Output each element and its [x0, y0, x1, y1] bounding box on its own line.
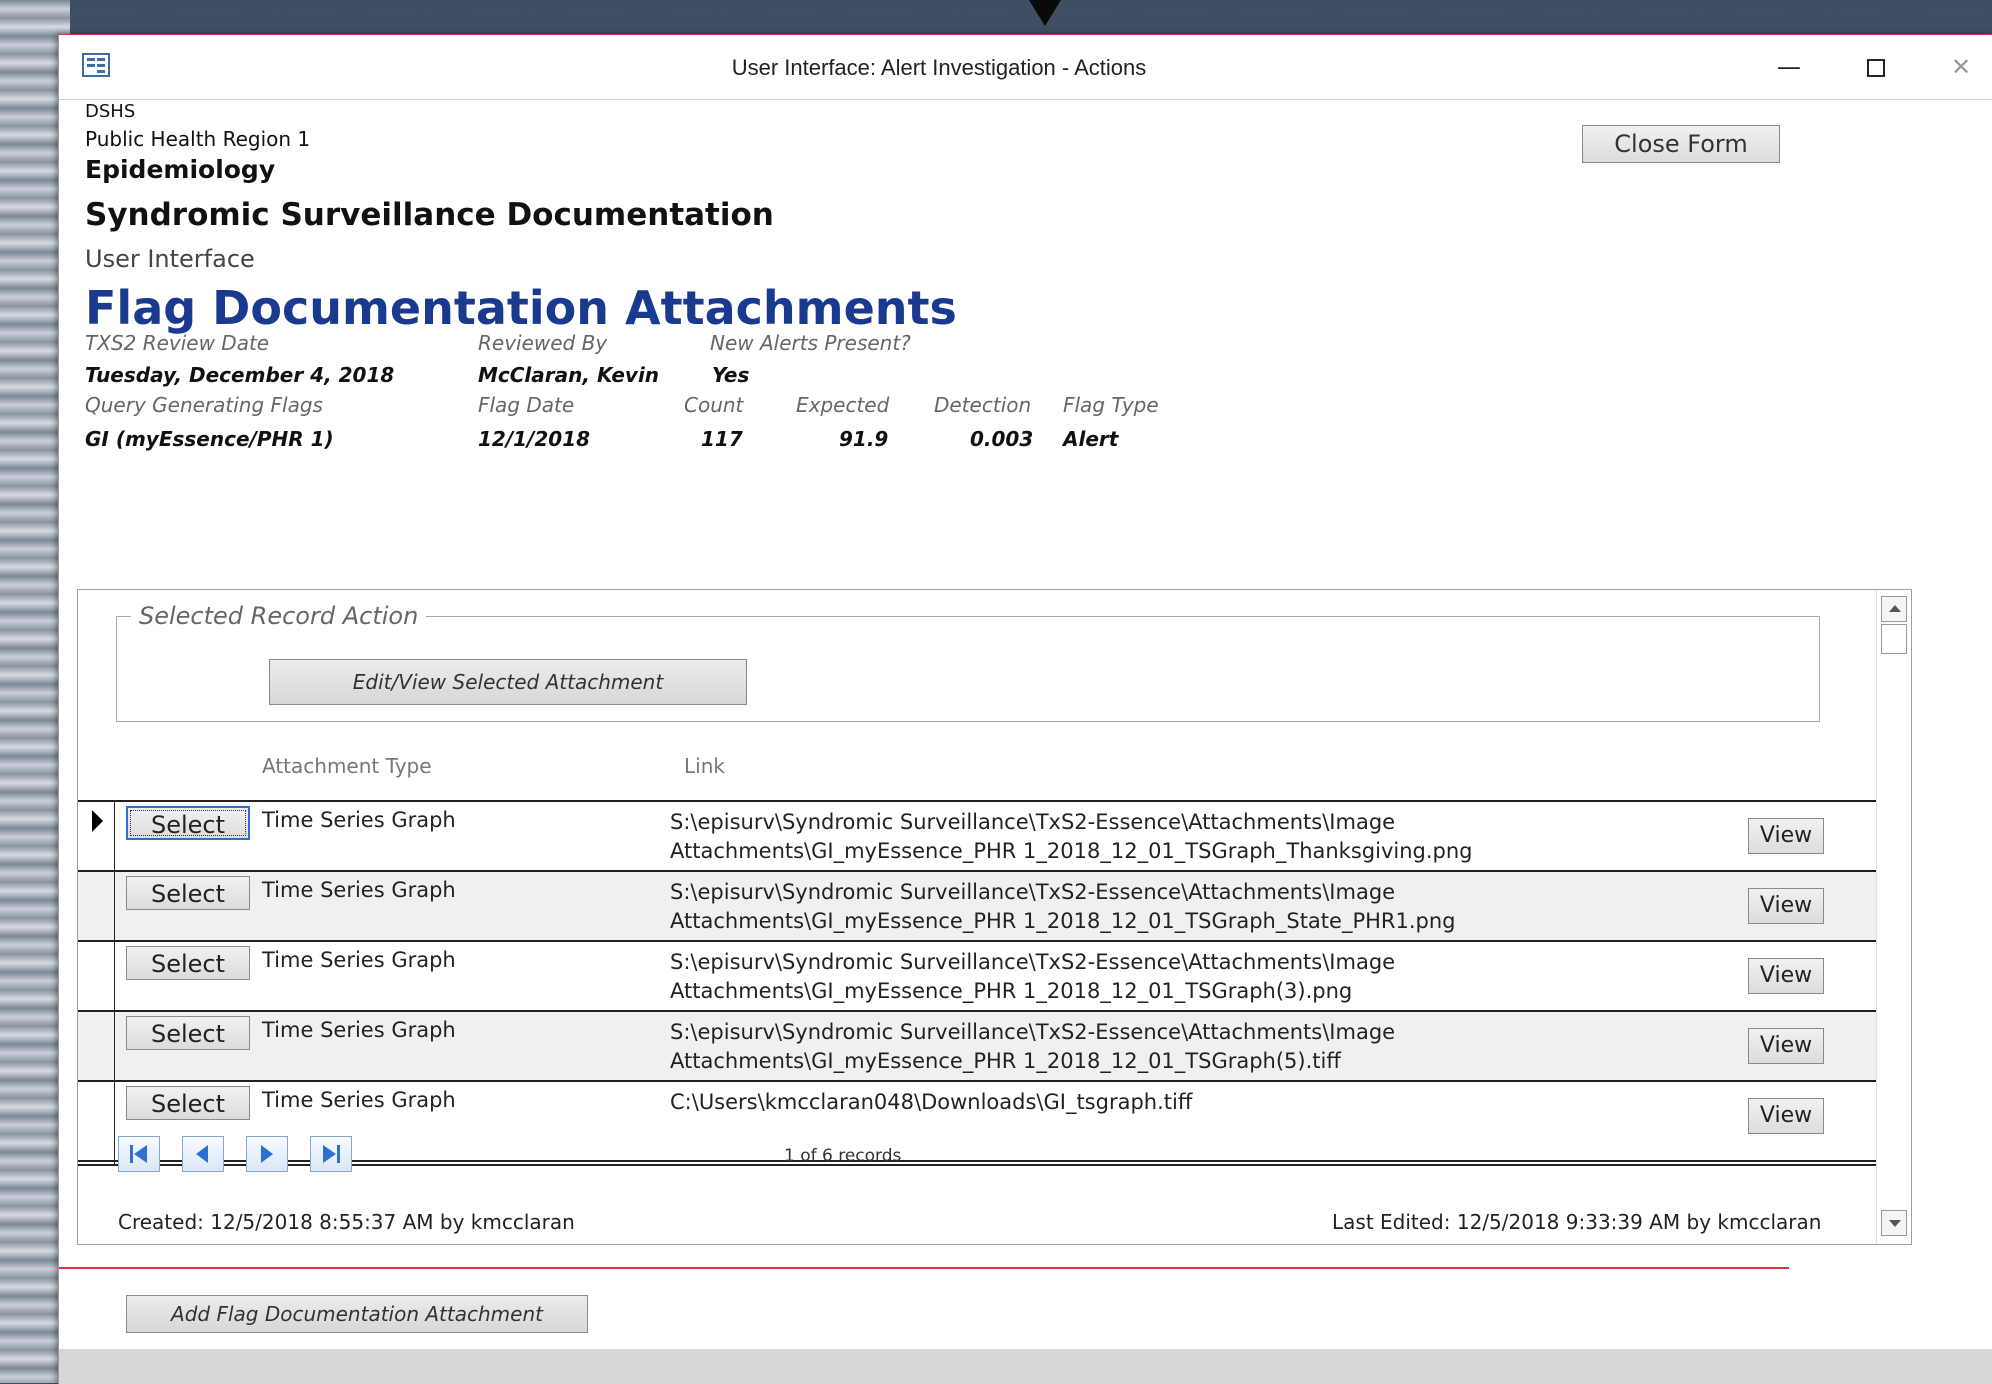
attachment-link[interactable]: S:\episurv\Syndromic Surveillance\TxS2-E… [670, 948, 1770, 1006]
table-row[interactable]: Select Time Series Graph S:\episurv\Synd… [78, 940, 1876, 1012]
view-button[interactable]: View [1748, 888, 1824, 924]
minimize-button[interactable]: — [1769, 49, 1809, 85]
link-line: S:\episurv\Syndromic Surveillance\TxS2-E… [670, 810, 1396, 834]
flag-date-value: 12/1/2018 [478, 427, 591, 451]
attachment-type: Time Series Graph [262, 878, 456, 902]
expected-label: Expected [796, 393, 890, 417]
attachment-type: Time Series Graph [262, 808, 456, 832]
select-button[interactable]: Select [126, 1016, 250, 1050]
link-line: S:\episurv\Syndromic Surveillance\TxS2-E… [670, 950, 1396, 974]
last-record-button[interactable] [310, 1136, 352, 1172]
scroll-up-button[interactable] [1881, 596, 1907, 622]
review-date-label: TXS2 Review Date [85, 331, 270, 355]
reviewed-by-label: Reviewed By [478, 331, 608, 355]
section-divider [59, 1267, 1789, 1269]
select-button[interactable]: Select [126, 1086, 250, 1120]
department-name: Epidemiology [85, 155, 276, 184]
record-selector[interactable] [78, 802, 115, 872]
view-button[interactable]: View [1748, 1098, 1824, 1134]
next-record-icon [261, 1145, 273, 1163]
table-row[interactable]: Select Time Series Graph S:\episurv\Synd… [78, 800, 1876, 872]
flag-type-value: Alert [1063, 427, 1119, 451]
column-header-link: Link [684, 754, 725, 778]
view-button[interactable]: View [1748, 1028, 1824, 1064]
pointer-arrow-icon [1029, 0, 1061, 26]
reviewed-by-value: McClaran, Kevin [478, 363, 660, 387]
close-window-button[interactable]: ✕ [1941, 49, 1981, 85]
count-value: 117 [701, 427, 743, 451]
status-bar [59, 1349, 1992, 1384]
edit-view-attachment-button[interactable]: Edit/View Selected Attachment [269, 659, 747, 705]
select-button[interactable]: Select [126, 806, 250, 840]
close-form-button[interactable]: Close Form [1582, 125, 1780, 163]
attachment-link[interactable]: C:\Users\kmcclaran048\Downloads\GI_tsgra… [670, 1088, 1770, 1117]
first-record-button[interactable] [118, 1136, 160, 1172]
created-info: Created: 12/5/2018 8:55:37 AM by kmcclar… [118, 1210, 575, 1234]
record-selector[interactable] [78, 1082, 115, 1152]
previous-record-icon [196, 1145, 208, 1163]
record-count: 1 of 6 records [784, 1146, 902, 1166]
title-bar: User Interface: Alert Investigation - Ac… [59, 35, 1992, 100]
org-name: DSHS [85, 101, 136, 122]
table-row[interactable]: Select Time Series Graph S:\episurv\Synd… [78, 870, 1876, 942]
select-button[interactable]: Select [126, 946, 250, 980]
link-line: S:\episurv\Syndromic Surveillance\TxS2-E… [670, 1020, 1396, 1044]
page-title: Flag Documentation Attachments [85, 281, 957, 335]
next-record-button[interactable] [246, 1136, 288, 1172]
selected-record-action-group: Selected Record Action Edit/View Selecte… [116, 602, 1820, 722]
attachment-link[interactable]: S:\episurv\Syndromic Surveillance\TxS2-E… [670, 808, 1770, 866]
current-record-icon [92, 810, 103, 832]
attachment-link[interactable]: S:\episurv\Syndromic Surveillance\TxS2-E… [670, 1018, 1770, 1076]
new-alerts-label: New Alerts Present? [710, 331, 911, 355]
add-attachment-button[interactable]: Add Flag Documentation Attachment [126, 1295, 588, 1333]
attachment-type: Time Series Graph [262, 1018, 456, 1042]
maximize-button[interactable] [1856, 49, 1896, 85]
flag-type-label: Flag Type [1063, 393, 1159, 417]
view-button[interactable]: View [1748, 818, 1824, 854]
window-title: User Interface: Alert Investigation - Ac… [731, 55, 1147, 80]
detection-value: 0.003 [970, 427, 1034, 451]
vertical-scrollbar[interactable] [1876, 590, 1911, 1244]
scroll-thumb[interactable] [1881, 624, 1907, 654]
review-date-value: Tuesday, December 4, 2018 [85, 363, 395, 387]
select-button[interactable]: Select [126, 876, 250, 910]
query-value: GI (myEssence/PHR 1) [85, 427, 334, 451]
section-name: User Interface [85, 245, 255, 273]
link-line: S:\episurv\Syndromic Surveillance\TxS2-E… [670, 880, 1396, 904]
expected-value: 91.9 [839, 427, 889, 451]
link-line: C:\Users\kmcclaran048\Downloads\GI_tsgra… [670, 1090, 1193, 1114]
system-name: Syndromic Surveillance Documentation [85, 197, 774, 233]
form-window: User Interface: Alert Investigation - Ac… [58, 34, 1992, 1384]
previous-record-button[interactable] [182, 1136, 224, 1172]
last-record-icon [323, 1145, 340, 1163]
record-selector[interactable] [78, 942, 115, 1012]
link-line: Attachments\GI_myEssence_PHR 1_2018_12_0… [670, 839, 1473, 863]
view-button[interactable]: View [1748, 958, 1824, 994]
first-record-icon [130, 1145, 147, 1163]
attachment-type: Time Series Graph [262, 1088, 456, 1112]
attachment-type: Time Series Graph [262, 948, 456, 972]
flag-date-label: Flag Date [478, 393, 575, 417]
count-label: Count [684, 393, 744, 417]
last-edited-info: Last Edited: 12/5/2018 9:33:39 AM by kmc… [1332, 1210, 1822, 1234]
scroll-down-button[interactable] [1881, 1210, 1907, 1236]
link-line: Attachments\GI_myEssence_PHR 1_2018_12_0… [670, 909, 1456, 933]
record-selector[interactable] [78, 1012, 115, 1082]
record-selector[interactable] [78, 872, 115, 942]
attachment-link[interactable]: S:\episurv\Syndromic Surveillance\TxS2-E… [670, 878, 1770, 936]
detection-label: Detection [934, 393, 1032, 417]
link-line: Attachments\GI_myEssence_PHR 1_2018_12_0… [670, 1049, 1341, 1073]
table-row[interactable]: Select Time Series Graph S:\episurv\Synd… [78, 1010, 1876, 1082]
link-line: Attachments\GI_myEssence_PHR 1_2018_12_0… [670, 979, 1353, 1003]
new-alerts-value: Yes [712, 363, 750, 387]
maximize-icon [1867, 59, 1885, 77]
query-label: Query Generating Flags [85, 393, 323, 417]
attachments-subform: Selected Record Action Edit/View Selecte… [77, 589, 1912, 1245]
selected-record-action-legend: Selected Record Action [131, 602, 427, 630]
region-name: Public Health Region 1 [85, 127, 311, 151]
column-header-attachment-type: Attachment Type [262, 754, 432, 778]
